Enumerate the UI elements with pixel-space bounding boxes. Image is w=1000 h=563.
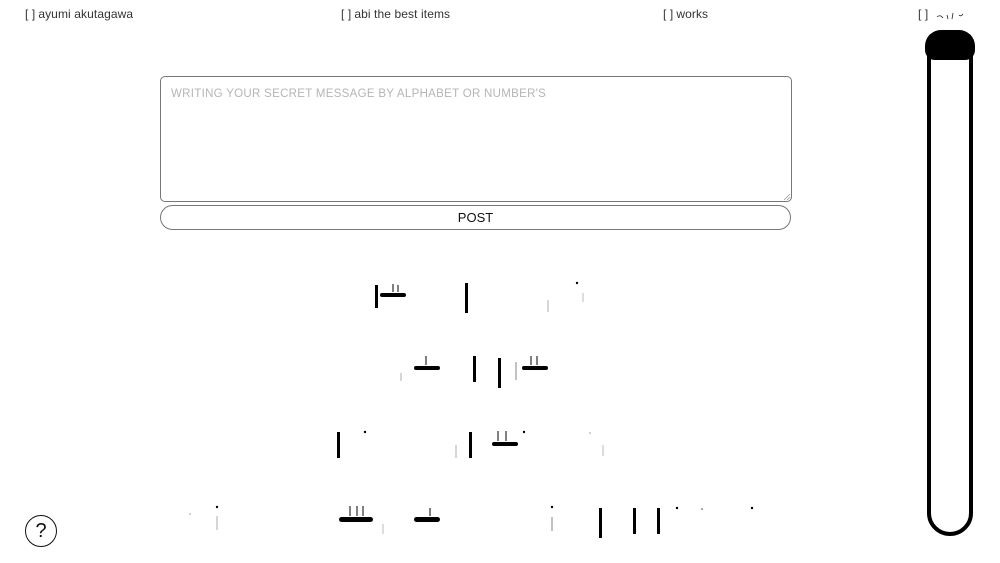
nav-item-scribbled[interactable]: [ ] (918, 7, 965, 21)
question-circle-icon: ? (35, 520, 47, 542)
nav-bracket: [ ] (25, 7, 36, 21)
nav-label: ayumi akutagawa (38, 7, 134, 21)
nav-label: works (676, 7, 709, 21)
scrollbar-thumb[interactable] (925, 30, 975, 60)
help-button[interactable]: ? (25, 515, 57, 547)
nav-bracket: [ ] (918, 7, 929, 21)
post-button[interactable]: POST (160, 205, 791, 230)
scribble-message-line (400, 356, 548, 388)
nav-item-abi-the-best-items[interactable]: [ ] abi the best items (341, 7, 450, 21)
scribble-message-line (189, 505, 754, 538)
nav-scribble-glyph (936, 12, 964, 19)
nav-bracket: [ ] (663, 7, 674, 21)
nav-bracket: [ ] (341, 7, 352, 21)
scribble-message-line (375, 281, 584, 313)
scrollbar-track[interactable] (927, 30, 973, 536)
nav-item-works[interactable]: [ ] works (663, 7, 708, 21)
nav-label: abi the best items (354, 7, 451, 21)
nav-item-ayumi-akutagawa[interactable]: [ ] ayumi akutagawa (25, 7, 133, 21)
scribble-message-line (337, 430, 604, 458)
secret-message-input[interactable] (160, 76, 792, 202)
resize-handle-icon[interactable] (783, 193, 791, 201)
